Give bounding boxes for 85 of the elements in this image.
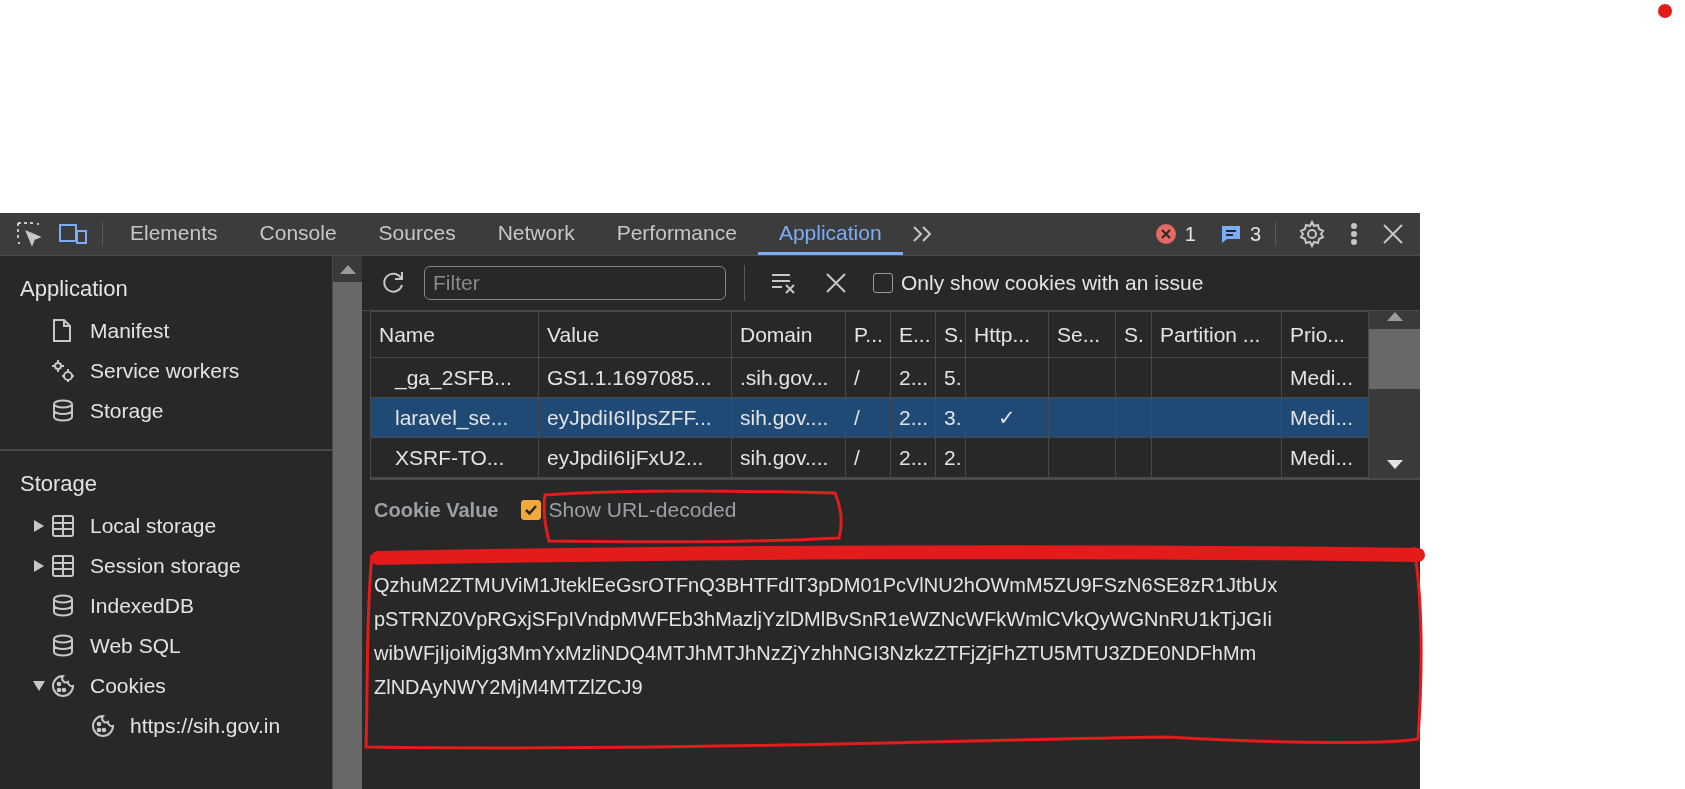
sidebar-item[interactable]: Cookies	[0, 666, 332, 706]
table-cell: Medi...	[1290, 405, 1354, 429]
panel-tab[interactable]: Application	[757, 213, 903, 255]
table-cell: 2...	[899, 405, 929, 429]
column-header[interactable]: P...	[845, 311, 891, 358]
table-cell: 2...	[899, 445, 929, 469]
table-cell: ✓	[998, 405, 1016, 429]
issue-filter-checkbox[interactable]: Only show cookies with an issue	[873, 267, 1204, 299]
table-cell: GS1.1.1697085...	[547, 365, 712, 389]
table-cell: /	[854, 445, 860, 469]
table-cell: 3.	[944, 405, 962, 429]
cookie-row[interactable]: XSRF-TO... eyJpdiI6IjFxU2... sih.gov.... / 2... 2. Medi...	[370, 437, 1369, 478]
table-cell: Medi...	[1290, 445, 1354, 469]
table-cell: eyJpdiI6IjFxU2...	[547, 445, 704, 469]
url-decoded-checkbox[interactable]: Show URL-decoded	[520, 494, 737, 526]
table-cell: eyJpdiI6IlpsZFF...	[547, 405, 712, 429]
cookie-row[interactable]: _ga_2SFB... GS1.1.1697085... .sih.gov... / 2... 5. Medi...	[370, 357, 1369, 398]
circular-arrow-icon	[380, 270, 406, 296]
panel-tab[interactable]: Sources	[357, 213, 477, 255]
cookie-value-text: QzhuM2ZTMUViM1JteklEeGsrOTFnQ3BHTFdIT3pDM01PcVlNU2hOWmM5ZU9FSzN6SE8zR1JtbUx	[374, 572, 1279, 598]
column-header[interactable]: Domain	[731, 311, 846, 358]
table-cell: 2...	[899, 365, 929, 389]
column-header[interactable]: S.	[1115, 311, 1152, 358]
panel-tab[interactable]: Performance	[595, 213, 758, 255]
section-heading: Application	[19, 275, 129, 303]
database-icon	[51, 399, 75, 423]
sidebar-item[interactable]: IndexedDB	[0, 586, 332, 626]
database-icon	[51, 594, 75, 618]
sidebar-item[interactable]: Web SQL	[0, 626, 332, 666]
cookie-value-text: pSTRNZ0VpRGxjSFpIVndpMWFEb3hMazljYzlDMlBvSnR1eWZNcWFkWmlCVkQyWGNnRU1kTjJGIi	[374, 606, 1273, 632]
table-cell: 5.	[944, 365, 962, 389]
panel-tab[interactable]: Elements	[109, 213, 239, 255]
database-icon	[51, 634, 75, 658]
scrollbar-thumb	[1369, 329, 1420, 389]
panel-tab[interactable]: Console	[238, 213, 358, 255]
column-header[interactable]: Prio...	[1281, 311, 1369, 358]
table-cell: laravel_se...	[395, 405, 509, 429]
panel-title: Cookie Value	[374, 497, 499, 523]
annotation-dot	[1658, 4, 1672, 18]
sidebar-item[interactable]: Storage	[0, 391, 332, 431]
table-icon	[51, 514, 75, 538]
table-cell: /	[854, 365, 860, 389]
error-count: 1	[1184, 222, 1196, 247]
column-header[interactable]: Value	[538, 311, 732, 358]
table-cell: XSRF-TO...	[395, 445, 505, 469]
table-cell: /	[854, 405, 860, 429]
column-header[interactable]: E...	[890, 311, 936, 358]
cursor-box-icon	[16, 221, 42, 247]
table-cell: .sih.gov...	[740, 365, 829, 389]
table-icon	[51, 554, 75, 578]
cookie-icon	[91, 714, 115, 738]
close-x-icon	[1382, 223, 1404, 245]
sidebar-item[interactable]: Session storage	[0, 546, 332, 586]
scroll-down-icon	[1386, 460, 1403, 470]
scroll-up-icon	[339, 264, 356, 274]
sidebar-item[interactable]: Local storage	[0, 506, 332, 546]
x-icon	[825, 272, 847, 294]
table-cell: sih.gov....	[740, 445, 829, 469]
sidebar-item[interactable]: https://sih.gov.in	[0, 706, 332, 746]
table-cell: sih.gov....	[740, 405, 829, 429]
settings-gear-icon	[1298, 220, 1326, 248]
cookie-row[interactable]: laravel_se... eyJpdiI6IlpsZFF... sih.gov.... / 2... 3. ✓ Medi...	[370, 397, 1369, 438]
table-cell: 2.	[944, 445, 962, 469]
table-cell: Medi...	[1290, 365, 1354, 389]
table-cell: _ga_2SFB...	[395, 365, 512, 389]
section-heading: Storage	[19, 470, 99, 498]
scroll-up-icon	[1386, 311, 1403, 321]
sidebar-item[interactable]: Service workers	[0, 351, 332, 391]
cookie-value-text: ZlNDAyNWY2MjM4MTZlZCJ9	[374, 674, 644, 700]
sidebar-item[interactable]: Manifest	[0, 311, 332, 351]
panel-tab[interactable]: Network	[476, 213, 596, 255]
cookie-icon	[51, 674, 75, 698]
device-icon	[58, 222, 88, 246]
column-header[interactable]: Se...	[1048, 311, 1116, 358]
error-icon	[1154, 223, 1177, 245]
message-count: 3	[1249, 222, 1261, 247]
message-icon	[1219, 223, 1242, 245]
filter-field[interactable]: Filter	[424, 266, 726, 300]
column-header[interactable]: S.	[935, 311, 966, 358]
column-header[interactable]: Name	[370, 311, 539, 358]
vertical-dots-icon	[1350, 222, 1358, 246]
column-header[interactable]: Partition ...	[1151, 311, 1282, 358]
column-header[interactable]: Http...	[965, 311, 1049, 358]
gears-icon	[51, 359, 75, 383]
cookie-value-text: wibWFjIjoiMjg3MmYxMzliNDQ4MTJhMTJhNzZjYzhhNGI3NzkzZTFjZjFhZTU5MTU3ZDE0NDFhMm	[374, 640, 1258, 666]
